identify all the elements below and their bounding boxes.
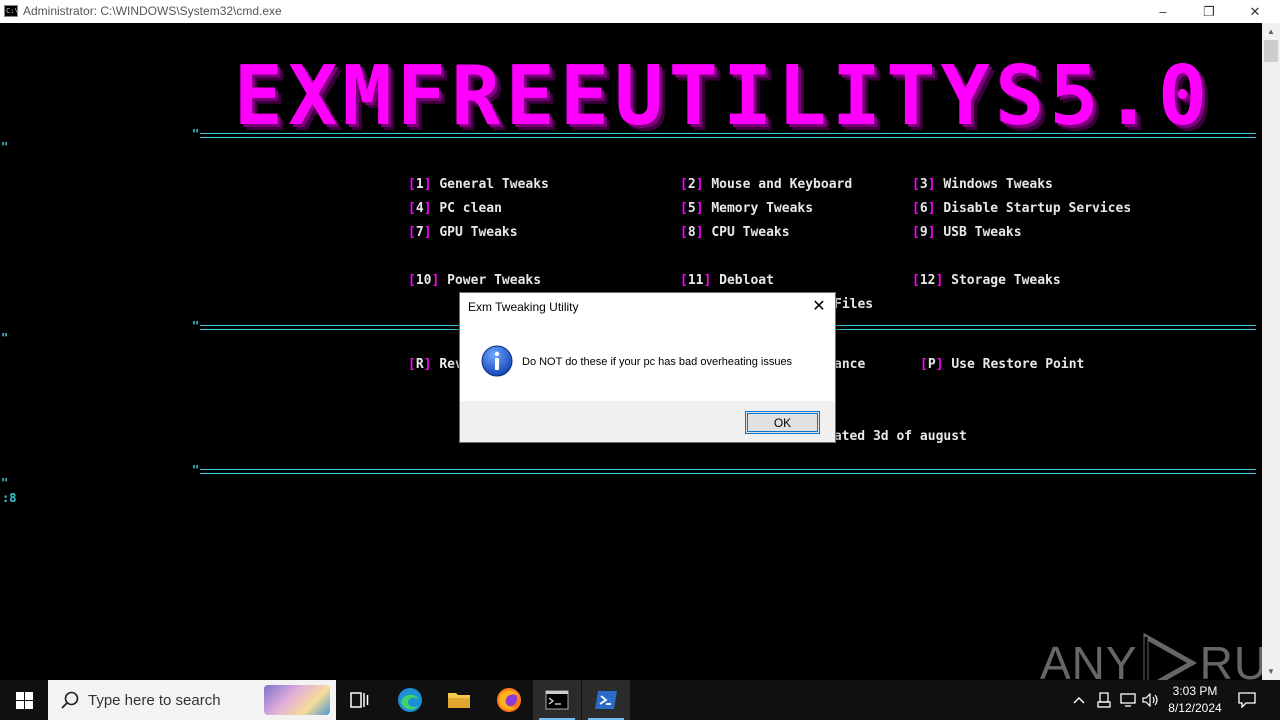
task-view-icon — [350, 692, 369, 708]
option-p: [P] Use Restore Point — [920, 357, 1085, 372]
dialog-title: Exm Tweaking Utility — [468, 300, 579, 314]
taskbar-clock[interactable]: 3:03 PM 8/12/2024 — [1160, 683, 1230, 717]
vertical-scrollbar[interactable]: ▲ ▼ — [1262, 23, 1280, 680]
quote-mark: " — [1, 140, 9, 154]
cmd-taskbar-button[interactable] — [533, 680, 581, 720]
firefox-button[interactable] — [485, 680, 533, 720]
option-8: [8] CPU Tweaks — [680, 225, 790, 240]
anyrun-watermark: ANY RUN — [1040, 633, 1262, 680]
separator-line — [200, 469, 1256, 474]
device-tray-button[interactable] — [1093, 680, 1115, 720]
speaker-icon — [1142, 693, 1158, 707]
option-3: [3] Windows Tweaks — [912, 177, 1053, 192]
powershell-button[interactable] — [582, 680, 630, 720]
start-button[interactable] — [0, 680, 48, 720]
play-icon — [1143, 633, 1197, 680]
close-button[interactable]: ✕ — [1232, 0, 1278, 23]
option-12: [12] Storage Tweaks — [912, 273, 1061, 288]
option-11: [11] Debloat — [680, 273, 774, 288]
notification-icon — [1238, 692, 1256, 708]
watermark-left: ANY — [1040, 637, 1138, 680]
search-icon — [61, 691, 79, 709]
info-icon — [481, 345, 513, 377]
firefox-icon — [497, 688, 521, 712]
edge-icon — [398, 688, 422, 712]
option-4: [4] PC clean — [408, 201, 502, 216]
ok-button[interactable]: OK — [745, 411, 820, 434]
scroll-down-icon[interactable]: ▼ — [1262, 663, 1280, 680]
quote-mark: " — [192, 319, 200, 333]
cmd-icon — [545, 690, 569, 710]
option-1: [1] General Tweaks — [408, 177, 549, 192]
banner-title: EXMFREEUTILITYS5.0 — [233, 48, 1213, 144]
quote-mark: " — [192, 127, 200, 141]
cmd-icon: C:\ — [4, 5, 19, 17]
message-dialog: Exm Tweaking Utility ✕ Do NOT do these i… — [459, 292, 836, 443]
notification-center-button[interactable] — [1232, 680, 1262, 720]
taskbar-search-box[interactable]: Type here to search — [48, 680, 336, 720]
show-hidden-icons-button[interactable] — [1068, 680, 1090, 720]
dialog-close-button[interactable]: ✕ — [809, 296, 829, 316]
watermark-right: RUN — [1199, 637, 1262, 680]
option-10: [10] Power Tweaks — [408, 273, 542, 288]
input-prompt[interactable]: :8 — [2, 491, 16, 505]
scroll-thumb[interactable] — [1264, 40, 1278, 62]
edge-button[interactable] — [386, 680, 434, 720]
usb-device-icon — [1097, 692, 1111, 708]
powershell-icon — [595, 691, 617, 709]
folder-icon — [448, 693, 470, 708]
separator-line — [200, 133, 1256, 138]
clock-time: 3:03 PM — [1172, 684, 1218, 698]
option-6: [6] Disable Startup Services — [912, 201, 1132, 216]
restore-button[interactable]: ❐ — [1186, 0, 1232, 23]
scroll-up-icon[interactable]: ▲ — [1262, 23, 1280, 40]
updated-note: dated 3d of august — [826, 429, 967, 444]
network-tray-button[interactable] — [1117, 680, 1139, 720]
window-titlebar: C:\ Administrator: C:\WINDOWS\System32\c… — [0, 0, 1280, 23]
network-icon — [1120, 693, 1136, 707]
option-9: [9] USB Tweaks — [912, 225, 1022, 240]
quote-mark: " — [1, 476, 9, 490]
dialog-footer: OK — [460, 401, 835, 442]
minimize-button[interactable]: – — [1140, 0, 1186, 23]
quote-mark: " — [1, 331, 9, 345]
clock-date: 8/12/2024 — [1168, 701, 1222, 715]
option-5: [5] Memory Tweaks — [680, 201, 814, 216]
quote-mark: " — [192, 463, 200, 477]
option-7: [7] GPU Tweaks — [408, 225, 518, 240]
windows-logo-icon — [15, 691, 33, 709]
search-highlight-image — [264, 685, 330, 715]
option-2: [2] Mouse and Keyboard — [680, 177, 853, 192]
chevron-up-icon — [1073, 697, 1085, 704]
option-middle-partial: ance — [834, 357, 866, 372]
window-title: Administrator: C:\WINDOWS\System32\cmd.e… — [23, 4, 282, 18]
search-placeholder: Type here to search — [88, 692, 221, 709]
volume-tray-button[interactable] — [1140, 680, 1162, 720]
option-r: [R] Rev — [408, 357, 463, 372]
task-view-button[interactable] — [336, 680, 384, 720]
dialog-message: Do NOT do these if your pc has bad overh… — [522, 356, 793, 368]
option-files-partial: Files — [834, 297, 874, 312]
file-explorer-button[interactable] — [435, 680, 483, 720]
taskbar: Type here to search 3:03 PM 8/12/2024 — [0, 680, 1280, 720]
